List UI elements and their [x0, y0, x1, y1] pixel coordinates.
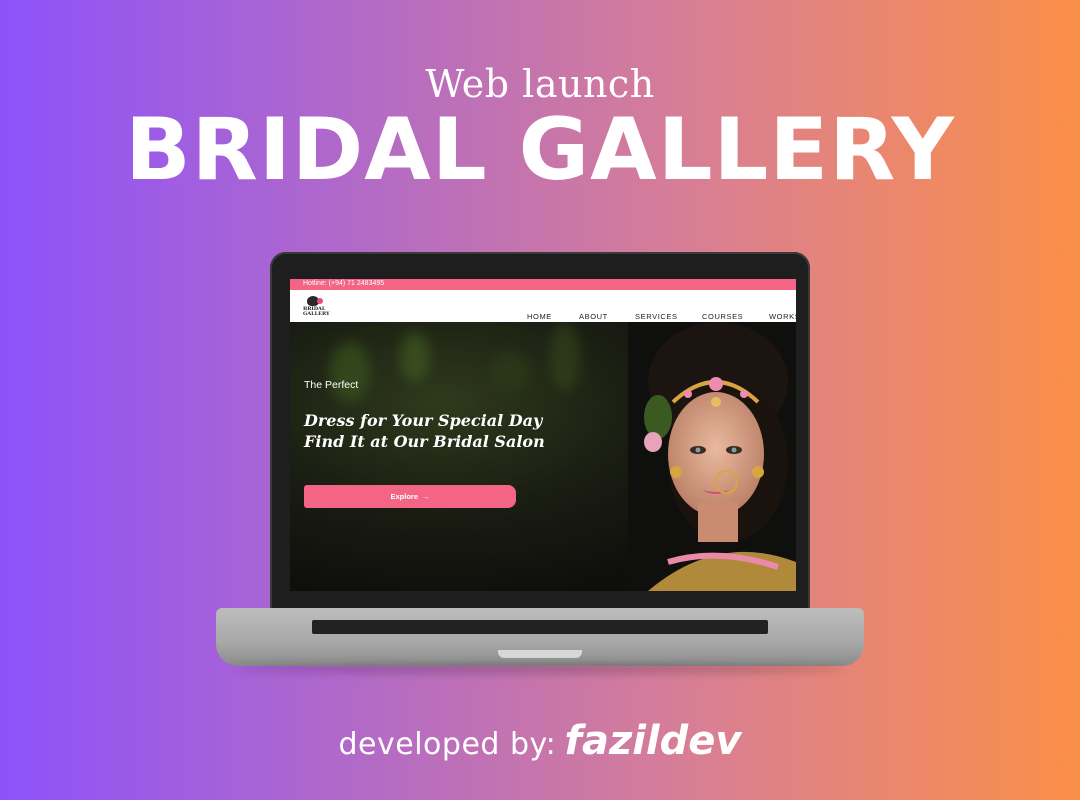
nav-courses[interactable]: COURSES [702, 312, 743, 321]
laptop-shadow [236, 664, 844, 674]
explore-button-label: Explore [390, 492, 418, 501]
logo-text: BRIDAL GALLERY [303, 306, 330, 317]
nav-about[interactable]: ABOUT [579, 312, 608, 321]
explore-button[interactable]: Explore → [304, 485, 516, 508]
arrow-right-icon: → [422, 492, 430, 501]
nav-home[interactable]: HOME [527, 312, 552, 321]
laptop-keyboard [312, 620, 768, 634]
laptop-notch [498, 650, 582, 658]
laptop-screen: Hotline: (+94) 71 2483495 BRIDAL GALLERY… [290, 279, 796, 591]
hero-title-line1: Dress for Your Special Day [304, 411, 543, 430]
headline-main: BRIDAL GALLERY [125, 100, 955, 200]
hero-title-line2: Find It at Our Bridal Salon [304, 432, 545, 451]
developer-brand-logo: fazildev [564, 718, 742, 764]
developer-prefix: developed by: [338, 727, 557, 762]
site-navbar: BRIDAL GALLERY HOME ABOUT SERVICES COURS… [290, 290, 796, 322]
hero-section: The Perfect Dress for Your Special Day F… [290, 322, 796, 591]
bride-portrait-image [628, 322, 796, 591]
nav-works[interactable]: WORKS [769, 312, 796, 321]
hero-kicker: The Perfect [304, 379, 359, 391]
nav-services[interactable]: SERVICES [635, 312, 678, 321]
hero-title: Dress for Your Special Day Find It at Ou… [304, 410, 554, 452]
hotline-text: Hotline: (+94) 71 2483495 [303, 280, 385, 287]
site-topbar: Hotline: (+94) 71 2483495 [290, 279, 796, 290]
logo-icon [307, 296, 323, 306]
developer-credit: developed by: fazildev [0, 718, 1080, 764]
site-logo[interactable]: BRIDAL GALLERY [303, 296, 330, 318]
